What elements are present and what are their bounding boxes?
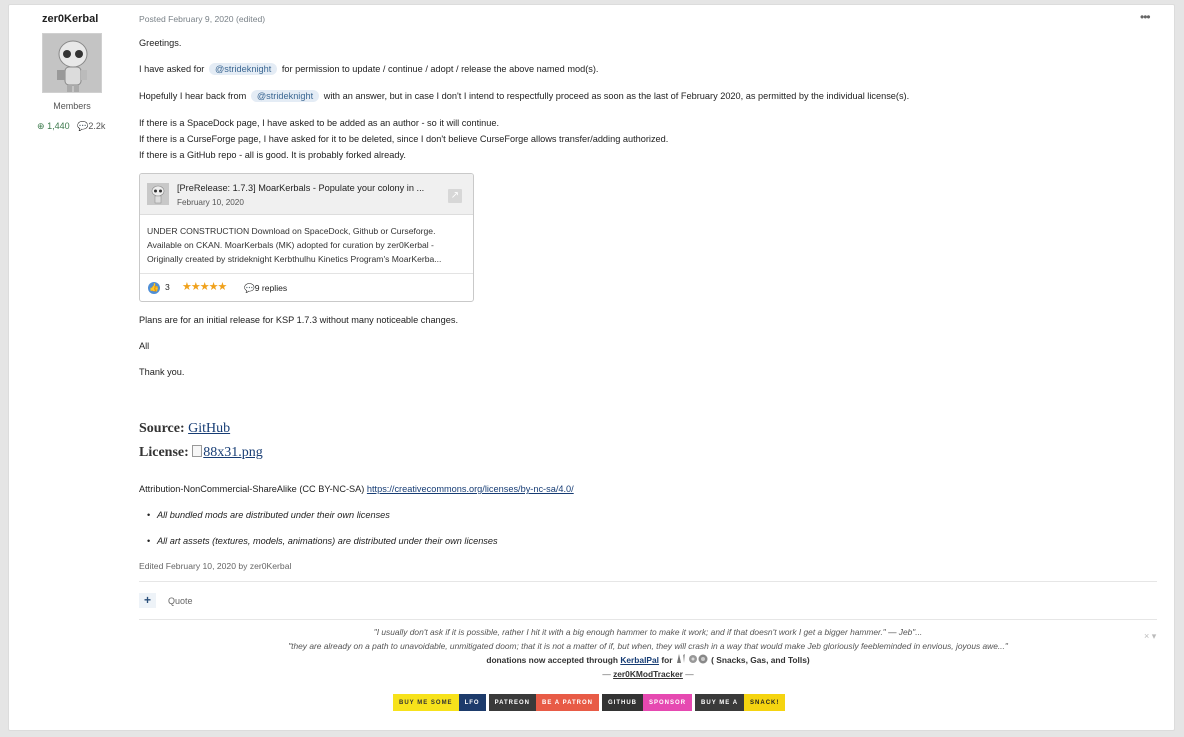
snack-gas-toll-icons [675,654,711,665]
badge-left: PATREON [488,694,537,711]
embed-card[interactable]: [PreRelease: 1.7.3] MoarKerbals - Popula… [139,173,474,302]
signature-quote: "they are already on a path to unavoidab… [288,641,1008,651]
robot-avatar-icon [43,34,101,92]
quote-button[interactable]: Quote [168,596,193,606]
multiquote-button[interactable]: + [139,593,156,608]
hope-pre: Hopefully I hear back from [139,91,247,101]
embed-header: [PreRelease: 1.7.3] MoarKerbals - Popula… [140,174,473,215]
broken-image-icon [192,445,203,457]
fuel-icons [676,654,708,664]
asked-post: for permission to update / continue / ad… [281,64,599,74]
hope-paragraph: Hopefully I hear back from @strideknight… [139,90,909,102]
asked-pre: I have asked for [139,64,205,74]
source-line: Source: GitHub [139,421,230,437]
author-stats: ⊕ 1,440 💬2.2k [37,121,105,132]
tracker-line: — zer0KModTracker — [139,667,1157,681]
donations-pre: donations now accepted through [486,655,619,665]
badge-left: BUY ME SOME [393,694,459,711]
signature-quote: "I usually don't ask if it is possible, … [373,627,923,637]
badge-github-sponsor[interactable]: GITHUB SPONSOR [602,694,693,711]
post-options-button[interactable]: ••• [1140,10,1151,24]
donations-line: donations now accepted through KerbalPal… [139,653,1157,667]
edited-note: Edited February 10, 2020 by zer0Kerbal [139,561,292,571]
badge-patreon[interactable]: PATREON BE A PATRON [488,694,600,711]
comment-icon: 💬 [77,121,89,131]
list-item: All bundled mods are distributed under t… [147,510,390,520]
avatar[interactable] [42,33,102,93]
curseforge-line: If there is a CurseForge page, I have as… [139,134,669,144]
member-group: Members [53,101,91,111]
badge-right: LFO [458,694,486,711]
all-line: All [139,341,150,351]
hope-post: with an answer, but in case I don't I in… [323,91,910,101]
dash: — [685,669,694,679]
post-count-badge: 💬2.2k [77,121,105,131]
post-meta[interactable]: Posted February 9, 2020 (edited) [139,14,265,24]
attribution-line: Attribution-NonCommercial-ShareAlike (CC… [139,484,574,494]
badge-lfo[interactable]: BUY ME SOME LFO [393,694,486,711]
asked-paragraph: I have asked for @strideknight for permi… [139,63,598,75]
embed-line: Originally created by strideknight Kerbt… [147,254,442,264]
source-label: Source: [139,421,185,436]
attribution-text: Attribution-NonCommercial-ShareAlike (CC… [139,484,365,494]
plans-line: Plans are for an initial release for KSP… [139,315,459,325]
github-line: If there is a GitHub repo - all is good.… [139,150,406,160]
embed-date: February 10, 2020 [177,198,244,207]
greeting: Greetings. [139,38,182,48]
modtracker-link[interactable]: zer0KModTracker [613,669,683,679]
reputation-badge[interactable]: ⊕ 1,440 [37,121,70,131]
badge-left: GITHUB [602,694,644,711]
badge-right: SNACK! [744,694,786,711]
external-link-icon[interactable]: ↗ [448,189,462,203]
github-link[interactable]: GitHub [188,421,230,436]
list-item: All art assets (textures, models, animat… [147,536,498,546]
mention-link[interactable]: @strideknight [250,90,320,102]
badge-right: SPONSOR [643,694,693,711]
robot-thumbnail-icon [147,183,169,205]
embed-excerpt: UNDER CONSTRUCTION Download on SpaceDock… [147,224,469,266]
embed-thumbnail [147,183,169,205]
license-url-link[interactable]: https://creativecommons.org/licenses/by-… [367,484,574,494]
donation-badges: BUY ME SOME LFO PATREON BE A PATRON GITH… [393,694,786,712]
signature: "I usually don't ask if it is possible, … [139,625,1157,681]
divider [139,619,1157,620]
license-image-link[interactable]: 88x31.png [192,445,263,460]
hide-signature-button[interactable]: × ▾ [1144,631,1156,642]
plus-circle-icon: ⊕ [37,121,45,131]
comment-icon: 💬 [244,283,255,293]
embed-footer: 👍 3 ★★★★★ 💬9 replies [140,273,473,301]
kerbalpal-link[interactable]: KerbalPal [620,655,659,665]
badge-snack[interactable]: BUY ME A SNACK! [695,694,786,711]
forum-post: zer0Kerbal Members ⊕ 1,440 💬2.2k Posted … [8,4,1175,731]
reputation-count: 1,440 [47,121,70,131]
thumbs-up-icon: 👍 [148,282,160,294]
mention-link[interactable]: @strideknight [208,63,278,75]
star-rating: ★★★★★ [182,281,227,293]
reply-count-text: 9 replies [254,283,288,293]
license-line: License: 88x31.png [139,445,263,461]
dash: — [602,669,611,679]
donations-post: ( Snacks, Gas, and Tolls) [711,655,810,665]
embed-title[interactable]: [PreRelease: 1.7.3] MoarKerbals - Popula… [177,183,447,193]
spacedock-line: If there is a SpaceDock page, I have ask… [139,118,500,128]
embed-line: UNDER CONSTRUCTION Download on SpaceDock… [147,226,436,236]
badge-right: BE A PATRON [536,694,600,711]
embed-line: Available on CKAN. MoarKerbals (MK) adop… [147,240,434,250]
author-name[interactable]: zer0Kerbal [42,13,98,25]
reply-count: 💬9 replies [244,283,287,294]
badge-left: BUY ME A [695,694,745,711]
like-count: 3 [165,282,170,292]
license-label: License: [139,445,189,460]
license-image-alt: 88x31.png [203,445,263,460]
divider [139,581,1157,582]
donations-for: for [661,655,673,665]
thanks-line: Thank you. [139,367,185,377]
post-count: 2.2k [88,121,106,131]
